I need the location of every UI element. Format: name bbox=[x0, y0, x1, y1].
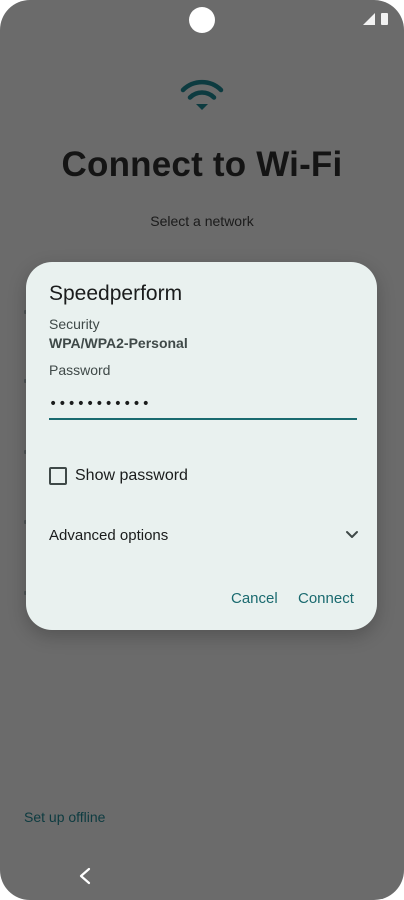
password-label: Password bbox=[49, 362, 111, 378]
advanced-options-row[interactable]: Advanced options bbox=[49, 524, 359, 546]
camera-cutout bbox=[189, 7, 215, 33]
battery-icon bbox=[381, 13, 388, 25]
status-bar bbox=[363, 13, 388, 25]
security-value: WPA/WPA2-Personal bbox=[49, 335, 188, 351]
cancel-button[interactable]: Cancel bbox=[231, 590, 278, 607]
page-title: Connect to Wi-Fi bbox=[61, 145, 343, 184]
show-password-toggle[interactable]: Show password bbox=[49, 467, 188, 485]
advanced-options-label: Advanced options bbox=[49, 526, 169, 544]
password-input[interactable] bbox=[49, 390, 357, 420]
network-name: Speedperform bbox=[49, 282, 183, 305]
signal-icon bbox=[363, 13, 375, 25]
device-screen: Connect to Wi-Fi Select a network Set up… bbox=[0, 0, 404, 900]
page-subtitle: Select a network bbox=[150, 213, 254, 229]
show-password-checkbox[interactable] bbox=[49, 467, 67, 485]
chevron-down-icon[interactable] bbox=[345, 530, 359, 540]
security-label: Security bbox=[49, 316, 100, 332]
show-password-label: Show password bbox=[75, 467, 188, 484]
wifi-password-dialog: Speedperform Security WPA/WPA2-Personal … bbox=[26, 262, 377, 630]
back-icon[interactable] bbox=[76, 866, 94, 886]
connect-button[interactable]: Connect bbox=[298, 590, 354, 607]
wifi-icon bbox=[180, 79, 224, 110]
set-up-offline-link[interactable]: Set up offline bbox=[24, 809, 105, 825]
